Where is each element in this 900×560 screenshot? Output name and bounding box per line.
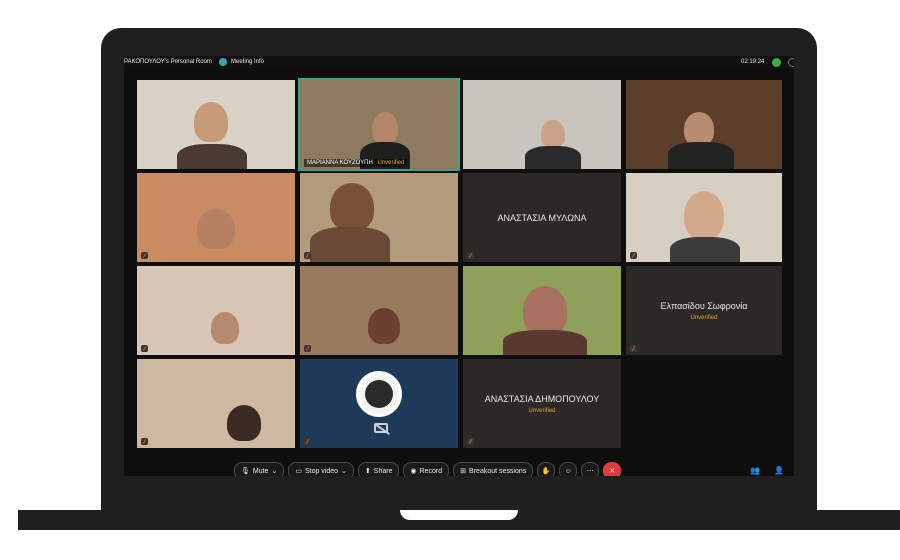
participant-body [668, 142, 734, 169]
video-tile-obs[interactable] [300, 359, 458, 448]
participant-body [503, 330, 587, 355]
video-tile[interactable] [137, 266, 295, 355]
breakout-icon: ⊞ [460, 468, 467, 475]
participant-video [330, 183, 374, 231]
mic-muted-icon [141, 252, 148, 259]
meeting-info-label: Meeting Info [231, 59, 265, 65]
name-only-container: ΑΝΑΣΤΑΣΙΑ ΜΥΛΩΝΑ [463, 173, 621, 262]
mic-muted-icon [467, 252, 474, 259]
obs-logo-icon [356, 371, 402, 417]
participant-body [670, 237, 740, 262]
meeting-toolbar: 🎙 Mute ⌄ ▭ Stop video ⌄ ⬆ Share ◉ Record… [234, 462, 622, 476]
breakout-label: Breakout sessions [469, 467, 527, 475]
more-icon: ⋯ [586, 468, 594, 475]
mic-muted-icon [141, 345, 148, 352]
video-tile[interactable] [300, 173, 458, 262]
participant-name: ΑΝΑΣΤΑΣΙΑ ΜΥΛΩΝΑ [497, 212, 587, 223]
meeting-info-button[interactable]: Meeting Info [219, 58, 264, 66]
unverified-badge: Unverified [528, 407, 556, 414]
mic-muted-icon [304, 252, 311, 259]
participants-icon[interactable]: 👥 [750, 466, 760, 475]
participant-name: ΑΝΑΣΤΑΣΙΑ ΔΗΜΟΠΟΥΛΟΥ [484, 393, 600, 404]
video-tile[interactable] [300, 266, 458, 355]
laptop-notch [400, 510, 518, 520]
video-tile[interactable] [137, 80, 295, 169]
participant-video [211, 312, 239, 344]
title-bar: ΡΑΚΟΠΟΥΛΟΥ's Personal Room Meeting Info … [124, 56, 794, 70]
participant-video [194, 102, 228, 142]
end-meeting-button[interactable]: ✕ [603, 462, 622, 476]
laptop-stage: ΡΑΚΟΠΟΥΛΟΥ's Personal Room Meeting Info … [0, 0, 900, 560]
video-tile-camera-off[interactable]: Ελπασίδου Σωφρονία Unverified [626, 266, 782, 355]
close-icon: ✕ [609, 468, 616, 475]
mic-icon: 🎙 [241, 468, 250, 475]
breakout-sessions-button[interactable]: ⊞ Breakout sessions [453, 462, 534, 476]
mic-muted-icon [467, 438, 474, 445]
participant-video [684, 191, 724, 239]
mic-muted-icon [141, 438, 148, 445]
name-only-container: Ελπασίδου Σωφρονία Unverified [626, 266, 782, 355]
participant-video [197, 209, 235, 249]
participant-video [523, 286, 567, 336]
participant-name: Ελπασίδου Σωφρονία [660, 300, 748, 311]
mute-button[interactable]: 🎙 Mute ⌄ [234, 462, 285, 476]
participant-video [541, 120, 565, 148]
meeting-window: ΡΑΚΟΠΟΥΛΟΥ's Personal Room Meeting Info … [124, 56, 794, 476]
shield-check-icon[interactable] [772, 58, 781, 67]
mic-muted-icon [304, 438, 311, 445]
stop-video-label: Stop video [304, 467, 339, 475]
hand-icon: ✋ [541, 468, 551, 475]
unverified-badge: Unverified [377, 160, 405, 166]
participant-video [684, 112, 714, 146]
participant-body [310, 227, 390, 262]
record-button[interactable]: ◉ Record [403, 462, 450, 476]
video-tile[interactable] [137, 359, 295, 448]
participant-video [372, 112, 398, 144]
video-tile-camera-off[interactable]: ΑΝΑΣΤΑΣΙΑ ΜΥΛΩΝΑ [463, 173, 621, 262]
video-tile-camera-off[interactable]: ΑΝΑΣΤΑΣΙΑ ΔΗΜΟΠΟΥΛΟΥ Unverified [463, 359, 621, 448]
video-tile[interactable] [137, 173, 295, 262]
raise-hand-button[interactable]: ✋ [537, 462, 556, 476]
share-icon: ⬆ [364, 468, 371, 475]
participant-name-label: ΜΑΡΙΑΝΝΑ ΚΟΥΖΟΥΠΗ Unverified [304, 159, 408, 167]
participant-name: ΜΑΡΙΑΝΝΑ ΚΟΥΖΟΥΠΗ [307, 160, 373, 166]
video-tile[interactable] [463, 266, 621, 355]
reactions-button[interactable]: ☺ [559, 462, 578, 476]
participant-video [227, 405, 261, 441]
unverified-badge: Unverified [690, 314, 718, 321]
stop-video-button[interactable]: ▭ Stop video ⌄ [288, 462, 354, 476]
person-icon[interactable]: 👤 [774, 466, 784, 475]
video-tile-active-speaker[interactable]: ΜΑΡΙΑΝΝΑ ΚΟΥΖΟΥΠΗ Unverified [298, 78, 460, 171]
share-button[interactable]: ⬆ Share [357, 462, 400, 476]
mic-muted-icon [630, 345, 637, 352]
chevron-down-icon: ⌄ [271, 468, 278, 475]
share-label: Share [373, 467, 393, 475]
participant-video [368, 308, 400, 344]
more-options-button[interactable]: ⋯ [581, 462, 600, 476]
name-only-container: ΑΝΑΣΤΑΣΙΑ ΔΗΜΟΠΟΥΛΟΥ Unverified [463, 359, 621, 448]
video-tile[interactable] [463, 80, 621, 169]
participant-body [177, 144, 247, 169]
room-title: ΡΑΚΟΠΟΥΛΟΥ's Personal Room [124, 59, 212, 65]
video-tile[interactable] [626, 80, 782, 169]
window-control-icon[interactable] [788, 58, 794, 67]
meeting-timer: 02:19:24 [741, 59, 765, 65]
chevron-down-icon: ⌄ [341, 468, 347, 475]
video-tile[interactable] [626, 173, 782, 262]
camera-off-icon [374, 423, 388, 433]
mic-muted-icon [630, 252, 637, 259]
smiley-icon: ☺ [564, 467, 572, 475]
record-label: Record [419, 467, 443, 475]
video-icon: ▭ [295, 468, 302, 475]
record-icon: ◉ [410, 468, 417, 475]
mic-muted-icon [304, 345, 311, 352]
info-icon [219, 58, 227, 66]
mute-label: Mute [252, 467, 269, 475]
participant-body [525, 146, 581, 169]
